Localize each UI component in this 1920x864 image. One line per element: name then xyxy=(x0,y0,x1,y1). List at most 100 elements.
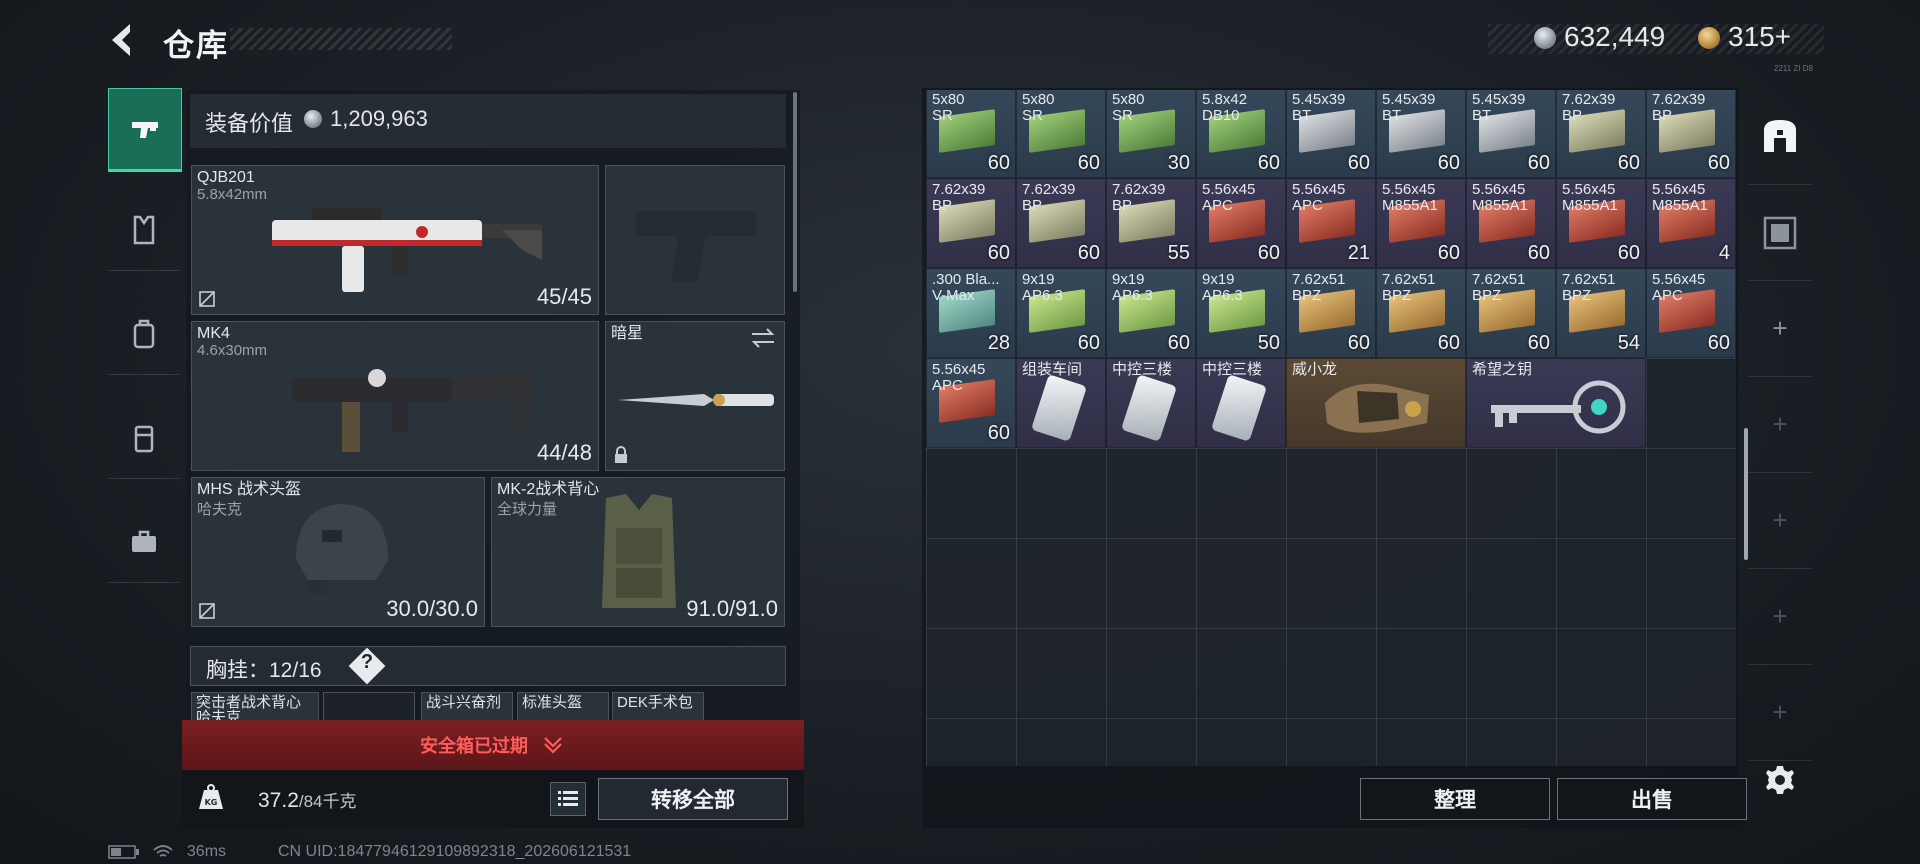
plus-icon: + xyxy=(1772,600,1788,631)
rig-item-helmet[interactable]: 标准头盔 xyxy=(517,692,609,722)
inventory-item[interactable]: 5.56x45 M855A1 60 xyxy=(1466,178,1556,268)
item-quantity: 30 xyxy=(1167,152,1190,174)
inventory-item[interactable]: 5.45x39 BT 60 xyxy=(1466,90,1556,178)
weight-current: 37.2 xyxy=(258,789,299,812)
item-name: 5.45x39 xyxy=(1472,91,1526,108)
storage-tabs: + + + + + xyxy=(1748,88,1812,828)
swap-icon[interactable] xyxy=(750,328,776,348)
slot-brand: 哈夫克 xyxy=(197,501,243,518)
rig-item-vest[interactable]: 突击者战术背心 哈夫克 xyxy=(191,692,319,722)
nav-item-rig[interactable] xyxy=(108,398,180,479)
inventory-item[interactable]: 7.62x51 BPZ 60 xyxy=(1286,268,1376,358)
lock-icon xyxy=(615,446,627,463)
item-variant: APC xyxy=(932,377,963,394)
tab-storage-2[interactable] xyxy=(1748,184,1812,281)
item-variant: BP xyxy=(1112,197,1133,214)
inventory-item[interactable]: 9x19 AP6.3 50 xyxy=(1196,268,1286,358)
nav-item-weapons[interactable] xyxy=(108,88,182,172)
inventory-item[interactable]: 9x19 AP6.3 60 xyxy=(1106,268,1196,358)
inventory-item[interactable]: 中控三楼 xyxy=(1106,358,1196,448)
inventory-item[interactable]: 希望之钥 xyxy=(1466,358,1646,448)
item-variant: BT xyxy=(1382,107,1402,124)
inventory-item[interactable]: 5.56x45 APC 60 xyxy=(926,358,1016,448)
gear-icon[interactable] xyxy=(1762,762,1798,798)
item-name: 组装车间 xyxy=(1022,361,1083,378)
inventory-item[interactable]: 9x19 AP6.3 60 xyxy=(1016,268,1106,358)
inventory-item[interactable]: 中控三楼 xyxy=(1196,358,1286,448)
slot-helmet[interactable]: MHS 战术头盔 哈夫克 30.0/30.0 xyxy=(191,477,485,627)
crate-icon xyxy=(1763,216,1797,250)
item-name: 5.56x45 xyxy=(1382,181,1436,198)
inventory-item[interactable]: .300 Bla... V-Max 28 xyxy=(926,268,1016,358)
inventory-item[interactable]: 7.62x39 BP 60 xyxy=(1646,90,1736,178)
inventory-item[interactable]: 5.8x42 DB10 60 xyxy=(1196,90,1286,178)
item-variant: SR xyxy=(1022,107,1043,124)
back-arrow-icon[interactable] xyxy=(104,20,140,60)
help-question-mark[interactable]: ? xyxy=(354,651,380,674)
slot-brand: 全球力量 xyxy=(497,501,558,518)
slot-armor[interactable]: MK-2战术背心 全球力量 91.0/91.0 xyxy=(491,477,785,627)
slot-name: MK-2战术背心 xyxy=(497,481,600,498)
rig-item-label: 标准头盔 xyxy=(522,694,583,711)
tab-add-5[interactable]: + xyxy=(1748,664,1812,761)
inventory-item[interactable]: 5.56x45 APC 21 xyxy=(1286,178,1376,268)
rig-item-stim[interactable]: 战斗兴奋剂 xyxy=(421,692,513,722)
slot-primary-weapon[interactable]: QJB201 5.8x42mm 45/45 xyxy=(191,165,599,315)
item-name: 5.45x39 xyxy=(1382,91,1436,108)
inventory-item[interactable]: 威小龙 xyxy=(1286,358,1466,448)
rig-item-empty[interactable] xyxy=(323,692,415,722)
inventory-item[interactable]: 5x80 SR 30 xyxy=(1106,90,1196,178)
item-quantity: 60 xyxy=(1437,242,1460,264)
knife-image xyxy=(618,394,774,406)
inventory-item[interactable]: 5.45x39 BT 60 xyxy=(1286,90,1376,178)
sell-button[interactable]: 出售 xyxy=(1557,778,1747,820)
inventory-item[interactable]: 5.56x45 APC 60 xyxy=(1646,268,1736,358)
inventory-item[interactable]: 7.62x39 BP 60 xyxy=(1016,178,1106,268)
inventory-item[interactable]: 7.62x51 BPZ 60 xyxy=(1376,268,1466,358)
inventory-item[interactable]: 7.62x39 BP 60 xyxy=(926,178,1016,268)
nav-item-case[interactable] xyxy=(108,502,180,583)
nav-item-armor[interactable] xyxy=(108,190,180,271)
rig-capacity: 12/16 xyxy=(269,659,322,682)
ammo-count: 44/48 xyxy=(536,440,592,465)
item-variant: DB10 xyxy=(1202,107,1240,124)
inventory-item[interactable]: 5x80 SR 60 xyxy=(1016,90,1106,178)
item-quantity: 60 xyxy=(1437,332,1460,354)
slot-secondary-weapon[interactable]: MK4 4.6x30mm 44/48 xyxy=(191,321,599,471)
item-variant: APC xyxy=(1292,197,1323,214)
equipment-scrollbar[interactable] xyxy=(793,92,797,292)
inventory-item[interactable]: 7.62x51 BPZ 60 xyxy=(1466,268,1556,358)
inventory-item[interactable]: 7.62x51 BPZ 54 xyxy=(1556,268,1646,358)
inventory-item[interactable]: 5.56x45 APC 60 xyxy=(1196,178,1286,268)
inventory-item[interactable]: 5.45x39 BT 60 xyxy=(1376,90,1466,178)
inventory-item[interactable]: 5x80 SR 60 xyxy=(926,90,1016,178)
inventory-item[interactable]: 5.56x45 M855A1 4 xyxy=(1646,178,1736,268)
tab-add-4[interactable]: + xyxy=(1748,568,1812,665)
inventory-item[interactable]: 组装车间 xyxy=(1016,358,1106,448)
transfer-all-button[interactable]: 转移全部 xyxy=(598,778,788,820)
chevron-down-icon[interactable] xyxy=(542,734,564,754)
rig-item-surgery-kit[interactable]: DEK手术包 xyxy=(612,692,704,722)
item-name: 5x80 xyxy=(1112,91,1145,108)
slot-pistol-empty[interactable] xyxy=(605,165,785,315)
slot-melee[interactable]: 暗星 xyxy=(605,321,785,471)
tab-add-3[interactable]: + xyxy=(1748,472,1812,569)
list-view-button[interactable] xyxy=(550,782,586,816)
inventory-item[interactable]: 7.62x39 BP 55 xyxy=(1106,178,1196,268)
tab-warehouse[interactable] xyxy=(1748,88,1812,185)
item-quantity: 60 xyxy=(1707,332,1730,354)
inventory-item[interactable]: 5.56x45 M855A1 60 xyxy=(1376,178,1466,268)
money-secondary[interactable]: 315+ xyxy=(1728,21,1791,53)
item-variant: SR xyxy=(932,107,953,124)
inventory-item[interactable]: 7.62x39 BP 60 xyxy=(1556,90,1646,178)
sort-button[interactable]: 整理 xyxy=(1360,778,1550,820)
tab-add-1[interactable]: + xyxy=(1748,280,1812,377)
item-quantity: 60 xyxy=(1077,242,1100,264)
nav-item-backpack[interactable] xyxy=(108,294,180,375)
inventory-item[interactable]: 5.56x45 M855A1 60 xyxy=(1556,178,1646,268)
tab-add-2[interactable]: + xyxy=(1748,376,1812,473)
inventory-grid[interactable]: 5x80 SR 60 5x80 SR 60 5x80 SR 30 5.8x42 DB10 60 5.45… xyxy=(926,90,1736,766)
item-variant: M855A1 xyxy=(1562,197,1618,214)
item-variant: BT xyxy=(1292,107,1312,124)
rig-label-text: 胸挂： xyxy=(206,659,269,682)
